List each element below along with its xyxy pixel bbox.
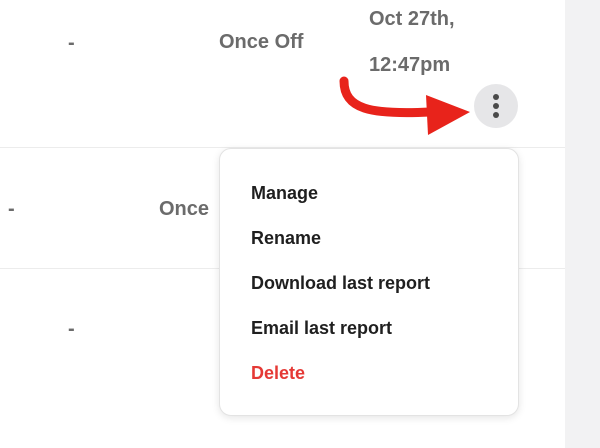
row-1-timestamp-date: Oct 27th,	[369, 8, 455, 30]
row-1-frequency: Once Off	[219, 31, 304, 53]
row-3-empty-value: -	[68, 318, 75, 340]
row-1-empty-value: -	[68, 32, 75, 54]
menu-item-delete[interactable]: Delete	[251, 364, 305, 382]
more-actions-button[interactable]	[474, 84, 518, 128]
row-2-frequency: Once	[159, 198, 210, 220]
annotation-arrow-icon	[339, 76, 470, 135]
more-vertical-icon-dot	[493, 112, 499, 118]
scrollbar-track[interactable]	[565, 0, 600, 448]
menu-item-manage[interactable]: Manage	[251, 184, 318, 202]
more-vertical-icon	[493, 94, 499, 100]
menu-item-email-last-report[interactable]: Email last report	[251, 319, 392, 337]
row-2-empty-value: -	[8, 198, 15, 220]
menu-item-download-last-report[interactable]: Download last report	[251, 274, 430, 292]
report-schedules-page: - Once Off Oct 27th, 12:47pm - Once - Ma…	[0, 0, 600, 448]
menu-item-rename[interactable]: Rename	[251, 229, 321, 247]
more-vertical-icon-dot	[493, 103, 499, 109]
actions-dropdown-menu: Manage Rename Download last report Email…	[219, 148, 519, 416]
